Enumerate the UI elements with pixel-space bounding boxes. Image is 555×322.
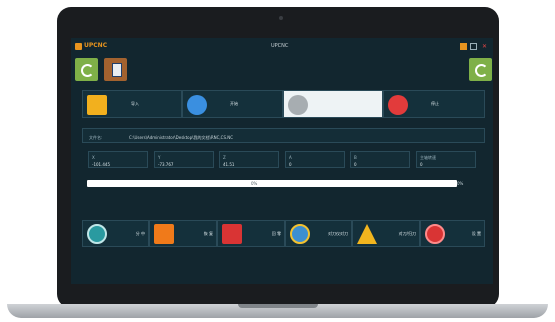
- tool-setter-label: 对刀仪对刀: [328, 231, 348, 236]
- coord-axis-label: B: [354, 155, 357, 160]
- resume-icon: [154, 224, 174, 244]
- coord-y: Y -73.767: [154, 151, 214, 168]
- refresh-tool-button[interactable]: [75, 58, 98, 81]
- home-button[interactable]: 回 零: [217, 220, 285, 247]
- coord-value: -73.767: [158, 162, 174, 167]
- sync-icon: [475, 64, 488, 77]
- settings-label: 设 置: [471, 231, 481, 236]
- coord-axis-label: Y: [158, 155, 161, 160]
- file-path: C:\Users\Administrator\Desktop\我的文档\RNC,…: [129, 135, 234, 140]
- play-icon: [187, 95, 207, 115]
- coord-z: Z 41.51: [219, 151, 279, 168]
- coord-axis-label: 主轴转速: [420, 155, 436, 160]
- settings-button[interactable]: 设 置: [420, 220, 485, 247]
- coord-value: 0: [289, 162, 292, 167]
- coord-axis-label: Z: [223, 155, 226, 160]
- center-label: 分 中: [135, 231, 145, 236]
- window-title: UPCNC: [271, 43, 289, 49]
- tool-zero-icon: [357, 224, 377, 244]
- center-button[interactable]: 分 中: [82, 220, 149, 247]
- crosshair-icon: [87, 224, 107, 244]
- file-label: 文件名:: [89, 135, 103, 140]
- tool-zero-label: 对刀/归刀: [398, 231, 416, 236]
- coord-value: 0: [420, 162, 423, 167]
- settings-window-icon[interactable]: [460, 43, 467, 50]
- spindle-speed: 主轴转速 0: [416, 151, 476, 168]
- import-label: 导入: [131, 101, 139, 106]
- home-icon: [222, 224, 242, 244]
- document-tool-button[interactable]: [104, 58, 127, 81]
- pause-button[interactable]: [283, 90, 383, 118]
- restore-window-icon[interactable]: [470, 43, 477, 50]
- coord-a: A 0: [285, 151, 345, 168]
- folder-icon: [87, 95, 107, 115]
- close-icon[interactable]: ✕: [481, 43, 488, 50]
- pause-icon: [288, 95, 308, 115]
- refresh-icon: [81, 64, 94, 77]
- coord-b: B 0: [350, 151, 410, 168]
- sync-button[interactable]: [469, 58, 492, 81]
- resume-button[interactable]: 恢 复: [149, 220, 217, 247]
- start-button[interactable]: 开始: [182, 90, 283, 118]
- gear-icon: [290, 224, 310, 244]
- resume-label: 恢 复: [203, 231, 213, 236]
- coord-axis-label: X: [92, 155, 95, 160]
- progress-label: 0%: [251, 181, 258, 186]
- app-logo-icon: [75, 43, 82, 50]
- home-label: 回 零: [271, 231, 281, 236]
- progress-bar: [87, 180, 457, 187]
- coord-value: 0: [354, 162, 357, 167]
- app-name: UPCNC: [84, 42, 108, 49]
- stop-button[interactable]: 停止: [383, 90, 485, 118]
- settings-gear-icon: [425, 224, 445, 244]
- tool-zero-button[interactable]: 对刀/归刀: [352, 220, 420, 247]
- coord-value: -101.445: [92, 162, 110, 167]
- document-icon: [112, 63, 122, 77]
- webcam: [279, 16, 283, 20]
- start-label: 开始: [230, 101, 238, 106]
- coord-value: 41.51: [223, 162, 235, 167]
- stop-icon: [388, 95, 408, 115]
- coord-axis-label: A: [289, 155, 292, 160]
- progress-percent: 0%: [457, 181, 464, 186]
- coord-x: X -101.445: [88, 151, 148, 168]
- laptop-notch: [238, 304, 318, 308]
- import-button[interactable]: 导入: [82, 90, 182, 118]
- title-bar: UPCNC UPCNC ✕: [71, 38, 493, 56]
- stop-label: 停止: [431, 101, 439, 106]
- tool-setter-button[interactable]: 对刀仪对刀: [285, 220, 352, 247]
- app-window: UPCNC UPCNC ✕ 导入 开始 停止 文件名: C:\Users\Adm…: [71, 38, 493, 284]
